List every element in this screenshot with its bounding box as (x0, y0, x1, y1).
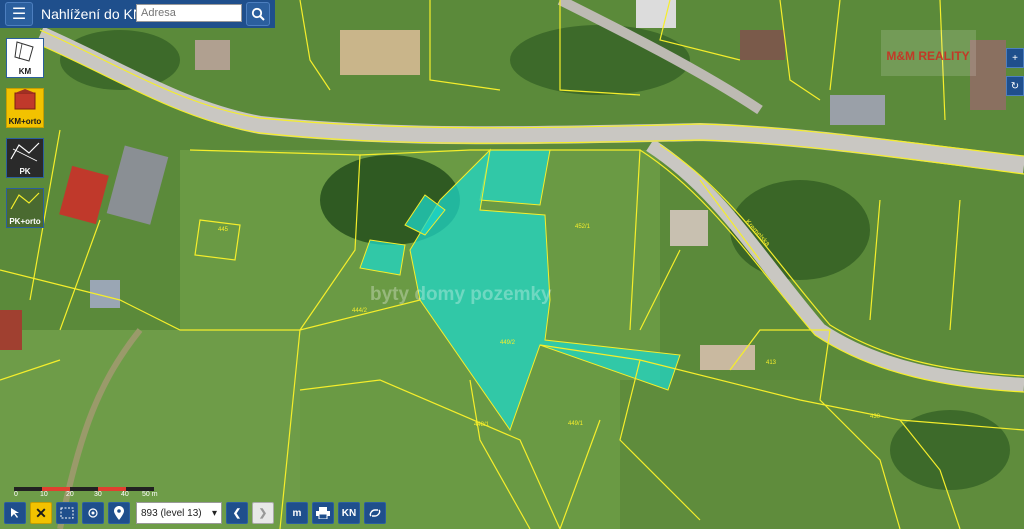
cursor-tool-button[interactable] (4, 502, 26, 524)
brand-watermark: M&M REALITY (881, 30, 976, 76)
chevron-left-icon: ❮ (232, 507, 242, 519)
select-area-button[interactable] (56, 502, 78, 524)
land-register-orto-icon (10, 192, 40, 210)
selected-parcel[interactable] (479, 149, 551, 206)
kn-label: KN (341, 507, 357, 519)
locate-button[interactable] (82, 502, 104, 524)
cadastral-map[interactable]: 444/2 449/1 449/2 448/1 445 452/1 413 43… (0, 0, 1024, 529)
close-icon: ✕ (35, 504, 47, 521)
link-button[interactable] (364, 502, 386, 524)
kn-button[interactable]: KN (338, 502, 360, 524)
parcel-label: 449/1 (568, 421, 584, 427)
tree-cluster (510, 25, 690, 95)
layer-label: KM+orto (8, 117, 42, 126)
layer-km-orto[interactable]: KM+orto (6, 88, 44, 128)
layer-pk[interactable]: PK (6, 138, 44, 178)
layer-pk-orto[interactable]: PK+orto (6, 188, 44, 228)
building (830, 95, 885, 125)
menu-button[interactable]: ☰ (5, 2, 33, 26)
cursor-icon (11, 508, 19, 518)
land-register-icon (10, 142, 40, 162)
search-button[interactable] (246, 2, 270, 26)
print-button[interactable] (312, 502, 334, 524)
orthophoto-icon (14, 89, 36, 110)
clear-button[interactable]: ✕ (30, 502, 52, 524)
parcel-label: 430 (870, 414, 881, 420)
back-button[interactable]: ❮ (226, 502, 248, 524)
forward-button[interactable]: ❯ (252, 502, 274, 524)
layer-label: PK (19, 167, 31, 176)
building (0, 310, 22, 350)
hamburger-icon: ☰ (11, 6, 27, 23)
zoom-level-select[interactable]: 893 (level 13) ▾ (136, 502, 222, 524)
refresh-icon: ↻ (1010, 80, 1020, 92)
measure-icon: m (292, 507, 302, 519)
building (195, 40, 230, 70)
crosshair-icon (88, 508, 98, 518)
right-panel-button[interactable]: + (1006, 48, 1024, 68)
layer-label: PK+orto (9, 217, 41, 226)
watermark-overlay: byty domy pozemky (370, 284, 552, 305)
link-icon (369, 509, 381, 517)
right-panel-button[interactable]: ↻ (1006, 76, 1024, 96)
measure-button[interactable]: m (286, 502, 308, 524)
building (340, 30, 420, 75)
address-search-input[interactable] (136, 4, 242, 22)
building (700, 345, 755, 370)
app-title: Nahlížení do KN (41, 6, 143, 22)
search-icon (251, 7, 265, 21)
tree-cluster (890, 410, 1010, 490)
building (636, 0, 676, 28)
building (740, 30, 785, 60)
place-marker-button[interactable] (108, 502, 130, 524)
parcel-label: 413 (766, 360, 777, 366)
printer-icon (316, 507, 330, 519)
parcel-label: 444/2 (352, 308, 368, 314)
map-pin-icon (114, 506, 124, 520)
building (670, 210, 708, 246)
parcel-label: 448/1 (474, 422, 490, 428)
layer-km[interactable]: KM (6, 38, 44, 78)
select-area-icon (60, 507, 74, 519)
parcel-label: 452/1 (575, 224, 591, 230)
bottom-toolbar: ✕ 893 (level 13) ▾ ❮ ❯ m KN (0, 497, 390, 529)
parcel-label: 449/2 (500, 340, 516, 346)
chevron-right-icon: ❯ (258, 507, 268, 519)
chevron-down-icon: ▾ (211, 507, 217, 519)
watermark-text: M&M REALITY (886, 49, 969, 63)
plus-icon: + (1012, 52, 1018, 64)
parcel-label: 445 (218, 227, 229, 233)
layer-switcher: KM KM+orto PK PK+orto (6, 38, 46, 238)
layer-label: KM (18, 67, 32, 76)
zoom-level-value: 893 (level 13) (141, 507, 202, 519)
cadastral-map-icon (14, 41, 34, 62)
